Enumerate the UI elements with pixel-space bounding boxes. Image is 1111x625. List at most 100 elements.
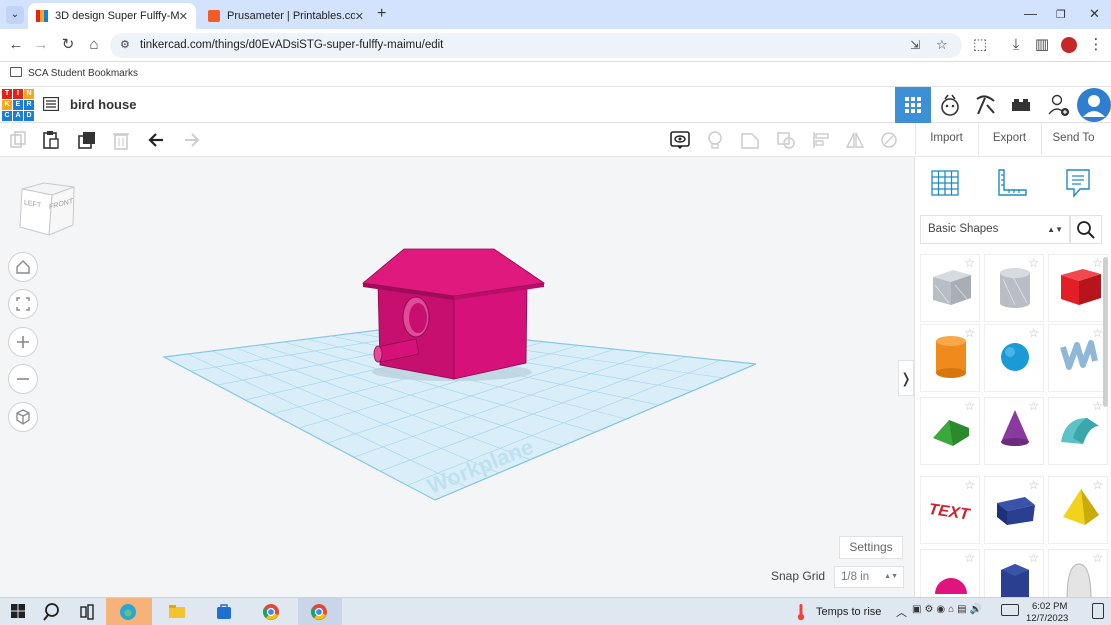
shape-wedge[interactable]: ☆ bbox=[984, 476, 1044, 544]
favorite-star-icon[interactable]: ☆ bbox=[1028, 399, 1039, 413]
mirror-icon[interactable] bbox=[844, 129, 866, 151]
3d-workspace[interactable]: LEFT FRONT Workplane ❭ Settings Snap Gri… bbox=[0, 157, 914, 597]
favorite-star-icon[interactable]: ☆ bbox=[1092, 399, 1103, 413]
keyboard-icon[interactable] bbox=[1001, 604, 1019, 616]
shape-box-hole[interactable]: ☆ bbox=[920, 254, 980, 322]
favorite-star-icon[interactable]: ☆ bbox=[964, 326, 975, 340]
task-view-icon[interactable] bbox=[76, 601, 100, 623]
favorite-star-icon[interactable]: ☆ bbox=[964, 551, 975, 565]
clock-date[interactable]: 12/7/2023 bbox=[1026, 613, 1068, 624]
favorite-star-icon[interactable]: ☆ bbox=[1028, 326, 1039, 340]
forward-icon[interactable]: → bbox=[33, 37, 49, 53]
close-icon[interactable]: ✕ bbox=[179, 10, 188, 23]
ruler-tool-icon[interactable] bbox=[995, 167, 1029, 199]
menu-kebab-icon[interactable]: ⋮ bbox=[1088, 37, 1104, 53]
snap-grid-select[interactable]: 1/8 in ▲▼ bbox=[834, 566, 904, 588]
ungroup-icon[interactable] bbox=[775, 129, 797, 151]
shape-roof[interactable]: ☆ bbox=[920, 397, 980, 465]
favorite-star-icon[interactable]: ☆ bbox=[1092, 326, 1103, 340]
sim-lab-icon[interactable] bbox=[932, 87, 968, 123]
favorite-star-icon[interactable]: ☆ bbox=[1028, 256, 1039, 270]
shape-round-roof[interactable]: ☆ bbox=[1048, 397, 1108, 465]
file-explorer-icon[interactable] bbox=[166, 601, 190, 623]
settings-button[interactable]: Settings bbox=[839, 536, 903, 559]
notes-lightbulb-icon[interactable] bbox=[704, 129, 726, 151]
window-close-icon[interactable]: ✕ bbox=[1089, 6, 1100, 22]
tab-search-button[interactable]: ⌄ bbox=[6, 6, 24, 24]
send-to-button[interactable]: Send To bbox=[1041, 123, 1105, 155]
copy-icon[interactable] bbox=[7, 129, 29, 151]
favorite-star-icon[interactable]: ☆ bbox=[964, 256, 975, 270]
minimize-icon[interactable]: — bbox=[1024, 6, 1037, 21]
paste-icon[interactable] bbox=[40, 129, 62, 151]
tab-printables[interactable]: Prusameter | Printables.com ✕ bbox=[200, 3, 372, 29]
bird-house-model[interactable] bbox=[362, 248, 546, 380]
close-icon[interactable]: ✕ bbox=[355, 10, 364, 23]
bookmark-star-icon[interactable]: ☆ bbox=[936, 37, 948, 53]
shape-sphere[interactable]: ☆ bbox=[984, 324, 1044, 392]
favorite-star-icon[interactable]: ☆ bbox=[1092, 551, 1103, 565]
favorite-star-icon[interactable]: ☆ bbox=[1092, 478, 1103, 492]
shape-box[interactable]: ☆ bbox=[1048, 254, 1108, 322]
favorite-star-icon[interactable]: ☆ bbox=[1028, 478, 1039, 492]
store-icon[interactable] bbox=[213, 601, 237, 623]
home-icon[interactable]: ⌂ bbox=[86, 37, 102, 53]
group-icon[interactable] bbox=[739, 129, 761, 151]
align-icon[interactable] bbox=[810, 129, 832, 151]
taskbar-search-icon[interactable] bbox=[42, 601, 66, 623]
weather-thermometer-icon[interactable] bbox=[796, 603, 806, 621]
profile-avatar[interactable] bbox=[1061, 37, 1077, 53]
install-app-icon[interactable]: ⇲ bbox=[910, 38, 920, 52]
blocks-pickaxe-icon[interactable] bbox=[967, 87, 1003, 123]
tray-icons[interactable]: ▣⚙◉⌂▤🔊 bbox=[912, 604, 985, 615]
shape-cylinder[interactable]: ☆ bbox=[920, 324, 980, 392]
favorite-star-icon[interactable]: ☆ bbox=[964, 478, 975, 492]
back-icon[interactable]: ← bbox=[8, 37, 24, 53]
notifications-icon[interactable] bbox=[1092, 603, 1104, 619]
edge-browser-icon[interactable] bbox=[117, 601, 141, 623]
favorite-star-icon[interactable]: ☆ bbox=[1092, 256, 1103, 270]
bookmark-sca-student[interactable]: SCA Student Bookmarks bbox=[28, 68, 138, 79]
chrome-icon[interactable] bbox=[260, 601, 284, 623]
import-button[interactable]: Import bbox=[915, 123, 977, 155]
weather-text[interactable]: Temps to rise bbox=[816, 606, 881, 618]
clock-time[interactable]: 6:02 PM bbox=[1032, 601, 1067, 612]
tab-tinkercad[interactable]: 3D design Super Fulffy-Maimu ✕ bbox=[28, 3, 196, 29]
maximize-icon[interactable]: ❐ bbox=[1056, 8, 1066, 21]
reload-icon[interactable]: ↻ bbox=[60, 37, 76, 53]
shape-text[interactable]: TEXT ☆ bbox=[920, 476, 980, 544]
chrome-icon[interactable] bbox=[308, 601, 332, 623]
omnibox[interactable]: ⚙ tinkercad.com/things/d0EvADsiSTG-super… bbox=[110, 33, 962, 58]
shape-pyramid[interactable]: ☆ bbox=[1048, 476, 1108, 544]
shape-scribble[interactable]: ☆ bbox=[1048, 324, 1108, 392]
workplane-tool-icon[interactable] bbox=[929, 167, 961, 199]
favorite-star-icon[interactable]: ☆ bbox=[964, 399, 975, 413]
delete-icon[interactable] bbox=[110, 129, 132, 151]
favorite-star-icon[interactable]: ☆ bbox=[1028, 551, 1039, 565]
side-panel-icon[interactable]: ▥ bbox=[1034, 37, 1050, 53]
tinkercad-logo[interactable]: T I N K E R C A D bbox=[2, 89, 34, 121]
bricks-icon[interactable] bbox=[1003, 87, 1039, 123]
design-list-icon[interactable] bbox=[43, 97, 59, 111]
panel-collapse-button[interactable]: ❭ bbox=[898, 360, 914, 396]
design-title[interactable]: bird house bbox=[70, 97, 136, 112]
windows-start-icon[interactable] bbox=[8, 601, 32, 623]
scene-canvas[interactable]: Workplane bbox=[0, 157, 914, 597]
notes-tool-icon[interactable] bbox=[1063, 167, 1093, 199]
3d-view-button[interactable] bbox=[895, 87, 931, 123]
shape-search-button[interactable] bbox=[1070, 215, 1102, 244]
shape-category-select[interactable]: Basic Shapes ▲▼ bbox=[920, 215, 1070, 244]
user-avatar[interactable] bbox=[1076, 87, 1111, 123]
tray-chevron-icon[interactable]: ︿ bbox=[896, 604, 907, 620]
new-tab-button[interactable]: + bbox=[377, 5, 386, 23]
cruise-icon[interactable] bbox=[878, 129, 900, 151]
show-all-icon[interactable] bbox=[669, 129, 691, 151]
undo-icon[interactable] bbox=[146, 129, 168, 151]
shape-cylinder-hole[interactable]: ☆ bbox=[984, 254, 1044, 322]
shape-cone[interactable]: ☆ bbox=[984, 397, 1044, 465]
download-icon[interactable]: ⤓ bbox=[1008, 37, 1024, 53]
duplicate-icon[interactable] bbox=[76, 129, 98, 151]
site-info-icon[interactable]: ⚙ bbox=[120, 38, 130, 51]
invite-user-icon[interactable] bbox=[1040, 87, 1076, 123]
extensions-icon[interactable]: ⬚ bbox=[972, 37, 988, 53]
